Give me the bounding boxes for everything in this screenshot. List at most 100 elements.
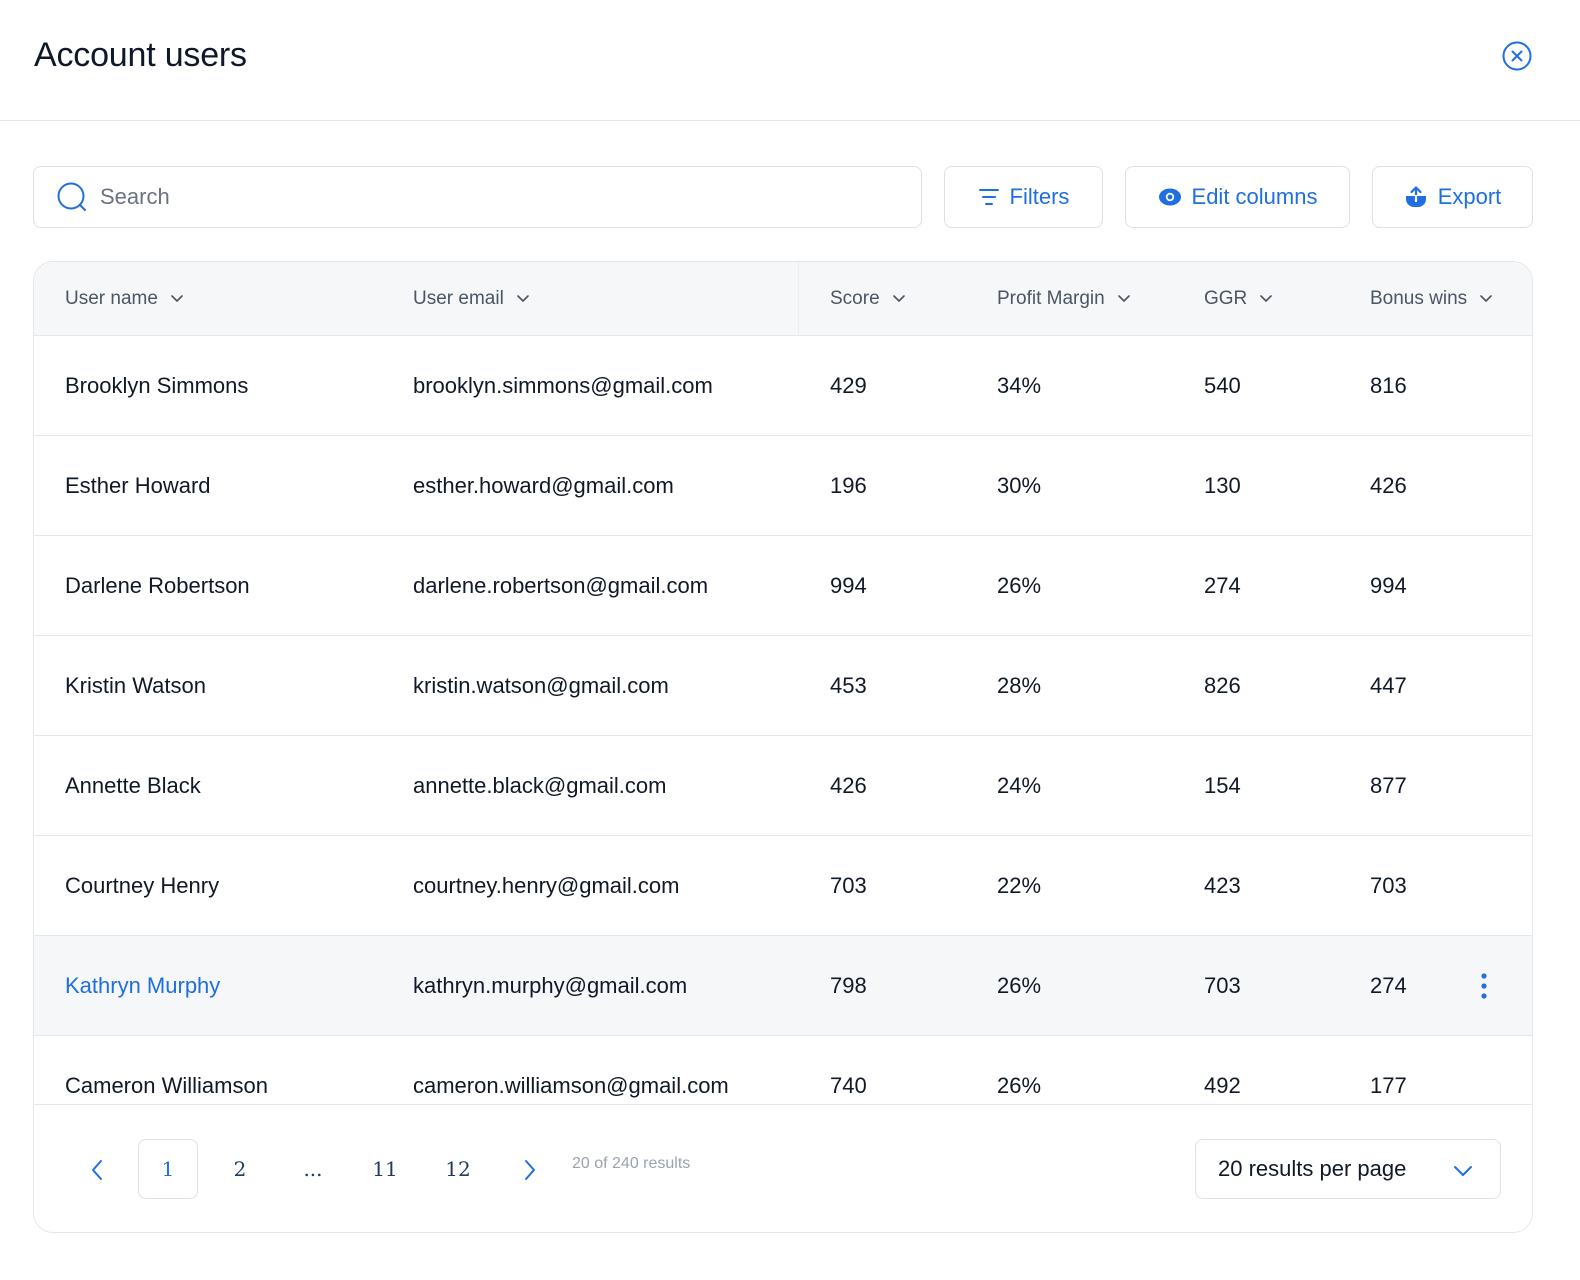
- per-page-label: 20 results per page: [1218, 1156, 1407, 1181]
- previous-page-button[interactable]: [77, 1140, 117, 1200]
- column-header-bonus-wins[interactable]: Bonus wins: [1370, 262, 1493, 336]
- chevron-down-icon: [170, 294, 184, 304]
- page-button-11[interactable]: 11: [355, 1139, 415, 1199]
- cell-user-email: darlene.robertson@gmail.com: [413, 573, 709, 598]
- eye-icon: [1158, 188, 1181, 206]
- cell-ggr: 274: [1204, 573, 1241, 598]
- table-row[interactable]: Kristin Watson kristin.watson@gmail.com …: [34, 636, 1532, 736]
- cell-user-name[interactable]: Brooklyn Simmons: [65, 336, 248, 436]
- cell-ggr: 492: [1204, 1073, 1241, 1098]
- header-divider: [798, 262, 799, 336]
- cell-user-name[interactable]: Kristin Watson: [65, 636, 206, 736]
- toolbar: Filters Edit columns Export: [33, 166, 1533, 228]
- cell-profit-margin: 26%: [997, 973, 1042, 998]
- chevron-down-icon: [892, 294, 906, 304]
- cell-profit-margin: 26%: [997, 573, 1042, 598]
- export-label: Export: [1437, 184, 1502, 209]
- chevron-down-icon: [1452, 1158, 1474, 1184]
- cell-score: 196: [830, 473, 867, 498]
- page-button-2[interactable]: 2: [210, 1139, 270, 1199]
- filter-icon: [978, 189, 999, 205]
- cell-profit-margin: 26%: [997, 1073, 1042, 1098]
- cell-user-name[interactable]: Cameron Williamson: [65, 1036, 268, 1105]
- users-table: User name User email Score Profit Margin: [33, 261, 1533, 1233]
- cell-ggr: 130: [1204, 473, 1241, 498]
- search-icon: [56, 181, 88, 213]
- cell-score: 429: [830, 373, 867, 398]
- page-ellipsis: ...: [303, 1157, 323, 1181]
- close-button[interactable]: [1501, 40, 1533, 72]
- cell-user-email: esther.howard@gmail.com: [413, 473, 674, 498]
- column-header-user-email[interactable]: User email: [413, 262, 530, 336]
- more-vertical-icon: [1481, 973, 1487, 999]
- table-header: User name User email Score Profit Margin: [34, 262, 1532, 336]
- cell-bonus-wins: 703: [1370, 873, 1407, 898]
- cell-bonus-wins: 426: [1370, 473, 1407, 498]
- cell-ggr: 423: [1204, 873, 1241, 898]
- column-header-ggr[interactable]: GGR: [1204, 262, 1273, 336]
- cell-ggr: 154: [1204, 773, 1241, 798]
- cell-bonus-wins: 877: [1370, 773, 1407, 798]
- column-header-score[interactable]: Score: [830, 262, 906, 336]
- filters-button[interactable]: Filters: [944, 166, 1103, 228]
- cell-profit-margin: 30%: [997, 473, 1042, 498]
- page-button-12[interactable]: 12: [428, 1139, 488, 1199]
- cell-user-email: kristin.watson@gmail.com: [413, 673, 669, 698]
- cell-score: 740: [830, 1073, 867, 1098]
- cell-profit-margin: 28%: [997, 673, 1042, 698]
- next-page-button[interactable]: [510, 1140, 550, 1200]
- cell-ggr: 826: [1204, 673, 1241, 698]
- cell-user-email: brooklyn.simmons@gmail.com: [413, 373, 713, 398]
- cell-profit-margin: 24%: [997, 773, 1042, 798]
- cell-ggr: 703: [1204, 973, 1241, 998]
- cell-user-name[interactable]: Annette Black: [65, 736, 201, 836]
- row-actions-button[interactable]: [1469, 970, 1499, 1002]
- cell-bonus-wins: 994: [1370, 573, 1407, 598]
- cell-user-email: cameron.williamson@gmail.com: [413, 1073, 729, 1098]
- cell-bonus-wins: 177: [1370, 1073, 1407, 1098]
- table-row[interactable]: Brooklyn Simmons brooklyn.simmons@gmail.…: [34, 336, 1532, 436]
- cell-bonus-wins: 816: [1370, 373, 1407, 398]
- results-per-page-select[interactable]: 20 results per page: [1195, 1139, 1501, 1199]
- results-count: 20 of 240 results: [572, 1155, 691, 1172]
- cell-score: 426: [830, 773, 867, 798]
- cell-score: 453: [830, 673, 867, 698]
- cell-user-name[interactable]: Esther Howard: [65, 436, 211, 536]
- table-row[interactable]: Courtney Henry courtney.henry@gmail.com …: [34, 836, 1532, 936]
- cell-user-email: kathryn.murphy@gmail.com: [413, 973, 688, 998]
- search-input[interactable]: [100, 177, 880, 217]
- cell-score: 798: [830, 973, 867, 998]
- column-header-user-name[interactable]: User name: [65, 262, 184, 336]
- chevron-left-icon: [92, 1160, 102, 1180]
- modal-header: Account users: [0, 0, 1580, 121]
- cell-user-name[interactable]: Darlene Robertson: [65, 536, 250, 636]
- cell-bonus-wins: 274: [1370, 973, 1407, 998]
- cell-user-email: courtney.henry@gmail.com: [413, 873, 680, 898]
- cell-user-name[interactable]: Kathryn Murphy: [65, 936, 220, 1036]
- table-row[interactable]: Darlene Robertson darlene.robertson@gmai…: [34, 536, 1532, 636]
- edit-columns-label: Edit columns: [1191, 184, 1318, 209]
- search-box[interactable]: [33, 166, 922, 228]
- chevron-down-icon: [1117, 294, 1131, 304]
- edit-columns-button[interactable]: Edit columns: [1125, 166, 1350, 228]
- cell-profit-margin: 22%: [997, 873, 1042, 898]
- table-footer: 1 2 ... 11 12 20 of 240 results 20 resul…: [34, 1104, 1532, 1232]
- cell-user-email: annette.black@gmail.com: [413, 773, 667, 798]
- chevron-down-icon: [1259, 294, 1273, 304]
- close-circle-icon: [1502, 41, 1532, 71]
- table-row-highlighted[interactable]: Kathryn Murphy kathryn.murphy@gmail.com …: [34, 936, 1532, 1036]
- table-row[interactable]: Esther Howard esther.howard@gmail.com 19…: [34, 436, 1532, 536]
- cell-bonus-wins: 447: [1370, 673, 1407, 698]
- export-button[interactable]: Export: [1372, 166, 1533, 228]
- table-row[interactable]: Annette Black annette.black@gmail.com 42…: [34, 736, 1532, 836]
- chevron-right-icon: [525, 1160, 535, 1180]
- filters-label: Filters: [1009, 184, 1070, 209]
- cell-score: 703: [830, 873, 867, 898]
- table-row[interactable]: Cameron Williamson cameron.williamson@gm…: [34, 1036, 1532, 1105]
- page-title: Account users: [34, 36, 247, 74]
- column-header-profit-margin[interactable]: Profit Margin: [997, 262, 1131, 336]
- cell-profit-margin: 34%: [997, 373, 1042, 398]
- page-button-1[interactable]: 1: [138, 1139, 198, 1199]
- cell-user-name[interactable]: Courtney Henry: [65, 836, 219, 936]
- table-body: Brooklyn Simmons brooklyn.simmons@gmail.…: [34, 336, 1532, 1105]
